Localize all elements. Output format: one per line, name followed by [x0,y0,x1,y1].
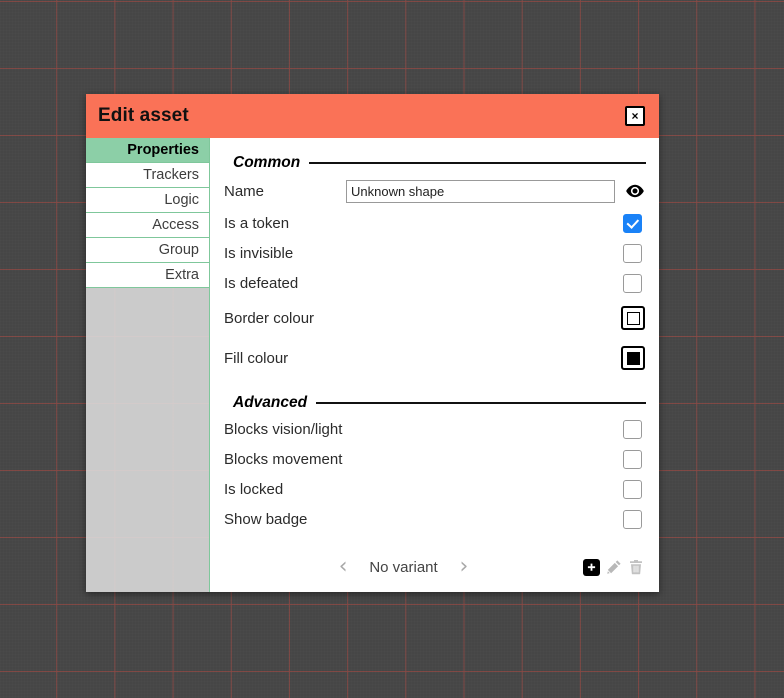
label-border-colour: Border colour [224,310,621,327]
label-is-invisible: Is invisible [224,245,623,262]
dialog-body: Properties Trackers Logic Access Group E… [86,138,659,592]
label-is-a-token: Is a token [224,215,623,232]
fill-colour-preview [627,352,640,365]
checkbox-blocks-movement[interactable] [623,450,642,469]
dialog-title: Edit asset [98,105,625,127]
label-blocks-movement: Blocks movement [224,451,623,468]
label-is-locked: Is locked [224,481,623,498]
field-is-defeated: Is defeated [224,268,646,298]
properties-pane: Common Name Is a token Is [210,138,659,592]
variant-selector: ‹ No variant › [224,556,583,578]
label-blocks-vision: Blocks vision/light [224,421,623,438]
field-name: Name [224,174,646,208]
name-input[interactable] [346,180,615,203]
field-border-colour: Border colour [224,298,646,338]
chevron-right-icon[interactable]: › [450,556,479,578]
sidebar-item-extra[interactable]: Extra [86,263,209,288]
field-blocks-movement: Blocks movement [224,444,646,474]
checkbox-is-invisible[interactable] [623,244,642,263]
checkbox-is-defeated[interactable] [623,274,642,293]
section-title-advanced: Advanced [233,394,307,412]
field-is-locked: Is locked [224,474,646,504]
close-icon[interactable]: × [625,106,645,126]
variant-bar: ‹ No variant › [224,546,646,592]
field-show-badge: Show badge [224,504,646,534]
checkbox-is-locked[interactable] [623,480,642,499]
sidebar: Properties Trackers Logic Access Group E… [86,138,210,592]
sidebar-item-properties[interactable]: Properties [86,138,209,163]
edit-asset-dialog: Edit asset × Properties Trackers Logic A… [86,94,659,592]
sidebar-item-access[interactable]: Access [86,213,209,238]
section-header-common: Common [224,154,646,172]
field-is-a-token: Is a token [224,208,646,238]
eye-icon[interactable] [624,184,646,198]
fill-colour-swatch[interactable] [621,346,645,370]
sidebar-item-group[interactable]: Group [86,238,209,263]
checkbox-blocks-vision[interactable] [623,420,642,439]
label-fill-colour: Fill colour [224,350,621,367]
sidebar-item-logic[interactable]: Logic [86,188,209,213]
sidebar-filler [86,288,209,592]
chevron-left-icon[interactable]: ‹ [329,556,358,578]
add-variant-button[interactable] [583,559,600,576]
variant-actions [583,559,646,576]
checkbox-is-a-token[interactable] [623,214,642,233]
border-colour-preview [627,312,640,325]
field-blocks-vision: Blocks vision/light [224,414,646,444]
section-header-advanced: Advanced [224,394,646,412]
label-show-badge: Show badge [224,511,623,528]
field-fill-colour: Fill colour [224,338,646,378]
trash-icon[interactable] [628,559,644,575]
section-title-common: Common [233,154,300,172]
label-name: Name [224,183,346,200]
checkbox-show-badge[interactable] [623,510,642,529]
section-divider [309,162,646,164]
content-spacer [224,534,646,546]
sidebar-item-trackers[interactable]: Trackers [86,163,209,188]
pencil-icon[interactable] [606,559,622,575]
field-is-invisible: Is invisible [224,238,646,268]
dialog-titlebar: Edit asset × [86,94,659,138]
section-divider [316,402,646,404]
label-is-defeated: Is defeated [224,275,623,292]
variant-name: No variant [358,559,450,576]
border-colour-swatch[interactable] [621,306,645,330]
